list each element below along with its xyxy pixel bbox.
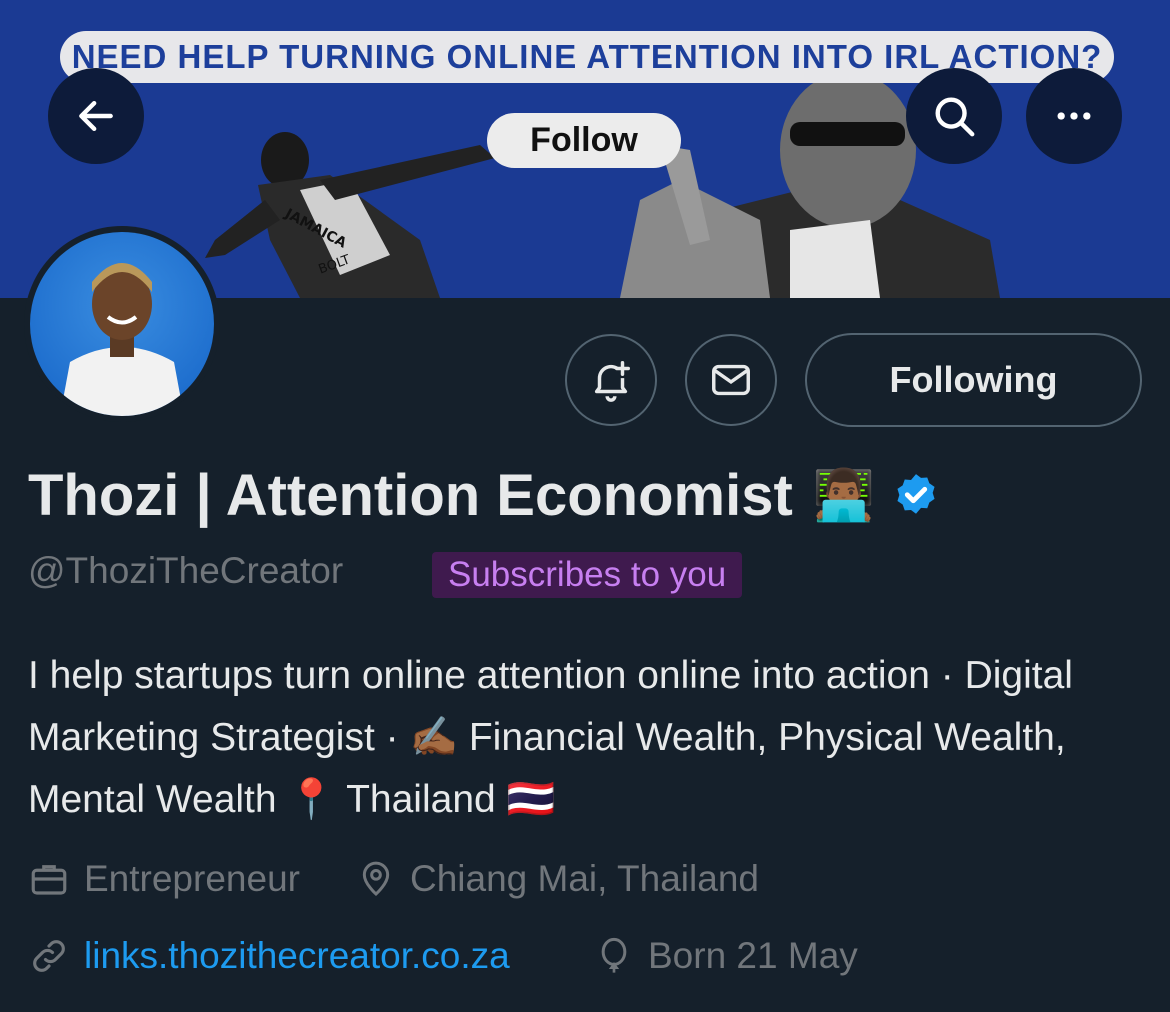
briefcase-icon	[28, 858, 70, 900]
link-icon	[28, 935, 70, 977]
banner-follow-graphic: Follow	[487, 113, 681, 168]
sprinter-figure	[205, 132, 495, 298]
display-name-row: Thozi | Attention Economist 👨🏾‍💻	[28, 462, 941, 529]
mail-icon	[712, 364, 750, 396]
avatar[interactable]	[24, 226, 220, 422]
arrow-left-icon	[79, 100, 113, 132]
verified-badge-icon[interactable]	[891, 471, 941, 521]
following-button[interactable]: Following	[805, 333, 1142, 427]
more-icon	[1057, 112, 1091, 120]
balloon-icon	[594, 935, 634, 977]
name-emoji: 👨🏾‍💻	[812, 467, 876, 523]
search-button[interactable]	[906, 68, 1002, 164]
bio: I help startups turn online attention on…	[28, 654, 1073, 821]
website[interactable]: links.thozithecreator.co.za	[28, 935, 510, 977]
birthday-label: Born 21 May	[648, 935, 858, 976]
profession-label: Entrepreneur	[84, 858, 300, 899]
bell-plus-icon	[594, 361, 630, 402]
birthday: Born 21 May	[594, 935, 858, 977]
location-pin-icon	[356, 858, 396, 900]
website-link[interactable]: links.thozithecreator.co.za	[84, 935, 510, 977]
location: Chiang Mai, Thailand	[356, 858, 759, 900]
notify-button[interactable]	[565, 334, 657, 426]
message-button[interactable]	[685, 334, 777, 426]
back-button[interactable]	[48, 68, 144, 164]
avatar-image	[30, 232, 214, 416]
location-label: Chiang Mai, Thailand	[410, 858, 759, 899]
search-icon	[935, 97, 975, 137]
display-name: Thozi | Attention Economist	[28, 463, 793, 528]
subscribes-badge: Subscribes to you	[432, 552, 743, 598]
profession: Entrepreneur	[28, 858, 300, 900]
more-button[interactable]	[1026, 68, 1122, 164]
handle: @ThoziTheCreator	[28, 550, 344, 591]
